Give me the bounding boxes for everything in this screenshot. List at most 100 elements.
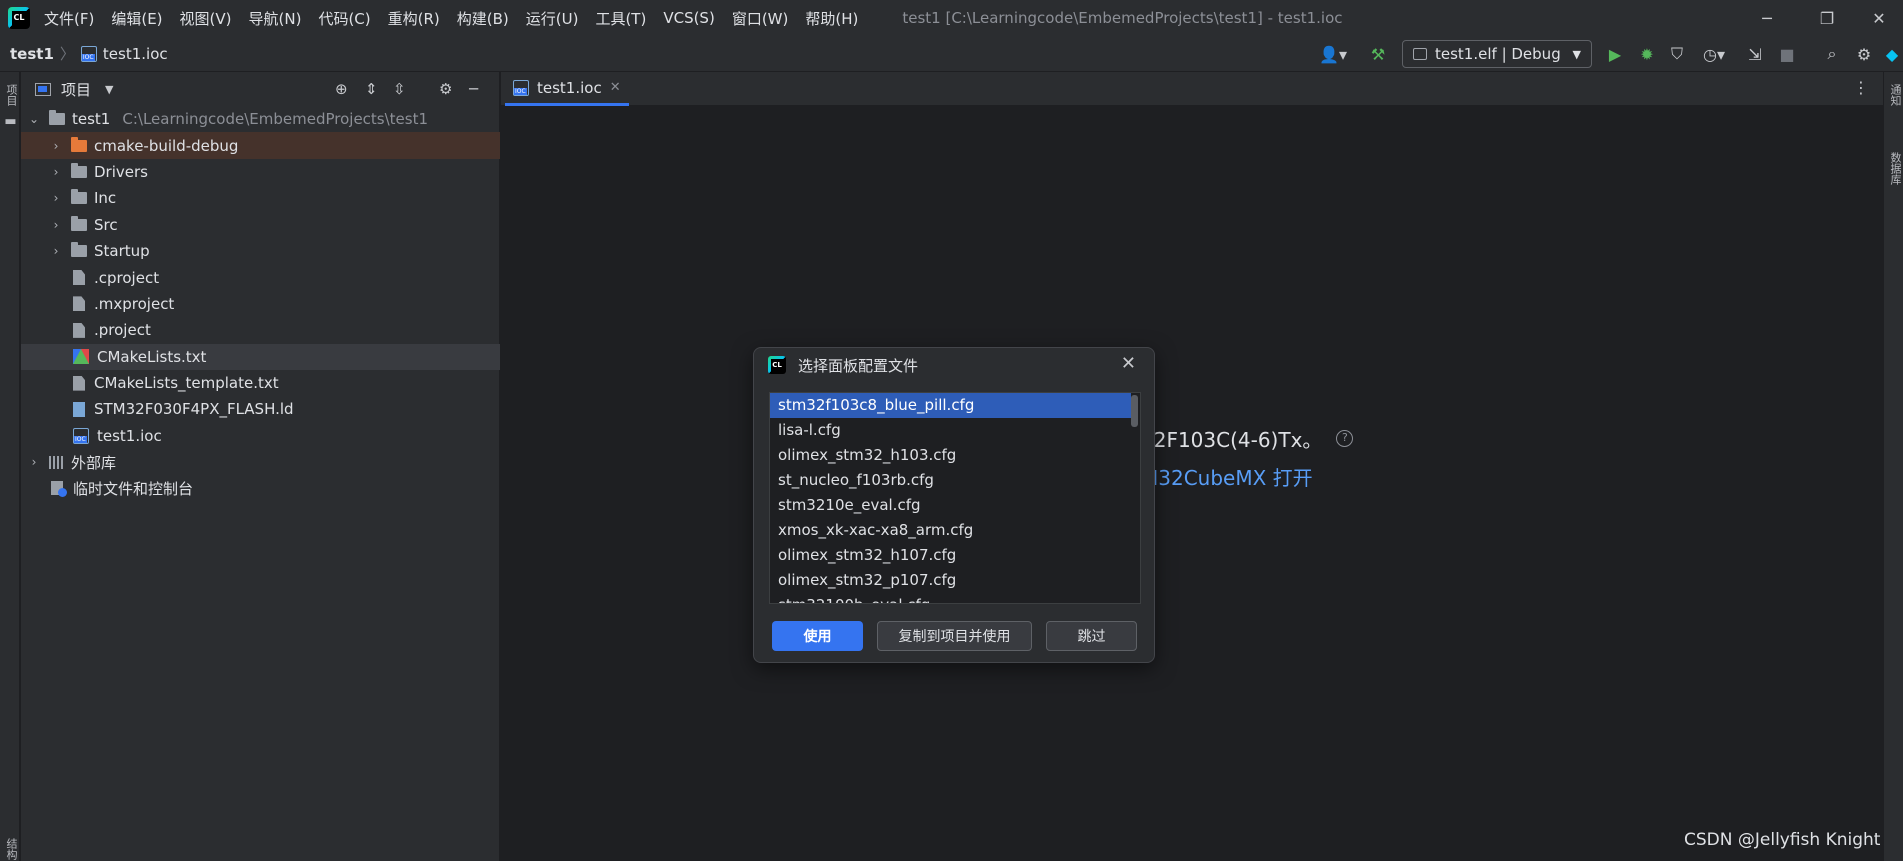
tree-item-label: CMakeLists_template.txt xyxy=(94,374,279,393)
search-icon[interactable]: ⌕ xyxy=(1820,42,1844,66)
tree-item-label: Startup xyxy=(94,242,150,261)
folder-icon[interactable]: ▬ xyxy=(3,114,18,129)
config-icon xyxy=(1413,48,1427,60)
menu-tools[interactable]: 工具(T) xyxy=(595,8,646,29)
restore-icon[interactable]: ❐ xyxy=(1797,0,1857,36)
close-icon[interactable]: ✕ xyxy=(1121,353,1136,374)
tree-item-cmakelists[interactable]: CMakeLists.txt xyxy=(21,343,500,370)
tree-root-name: test1 xyxy=(72,110,111,129)
menu-refactor[interactable]: 重构(R) xyxy=(388,8,440,29)
tree-item-linker-script[interactable]: STM32F030F4PX_FLASH.ld xyxy=(21,396,500,422)
tree-item-startup[interactable]: › Startup xyxy=(21,238,500,264)
menu-window[interactable]: 窗口(W) xyxy=(732,8,789,29)
use-button[interactable]: 使用 xyxy=(772,621,863,651)
run-configuration-select[interactable]: test1.elf | Debug ▼ xyxy=(1402,40,1592,68)
chevron-right-icon[interactable]: › xyxy=(49,139,63,153)
tree-item-label: test1.ioc xyxy=(97,426,162,445)
list-item[interactable]: st_nucleo_f103rb.cfg xyxy=(770,468,1131,493)
tab-label: test1.ioc xyxy=(537,78,602,97)
chevron-right-icon[interactable]: › xyxy=(49,218,63,232)
breadcrumb-separator-icon: 〉 xyxy=(59,45,75,63)
linker-script-icon xyxy=(73,401,85,417)
chevron-down-icon[interactable]: ▼ xyxy=(105,83,113,96)
minimize-icon[interactable]: ─ xyxy=(1737,0,1797,36)
locate-file-icon[interactable]: ⊕ xyxy=(335,80,348,98)
menu-view[interactable]: 视图(V) xyxy=(180,8,232,29)
list-item[interactable]: olimex_stm32_p107.cfg xyxy=(770,568,1131,593)
coverage-shield-icon[interactable]: ⛉ xyxy=(1666,42,1688,66)
menu-build[interactable]: 构建(B) xyxy=(457,8,509,29)
open-cubemx-link[interactable]: M32CubeMX 打开 xyxy=(1141,462,1313,491)
chevron-right-icon[interactable]: › xyxy=(49,165,63,179)
debug-bug-icon[interactable]: ✹ xyxy=(1636,42,1658,66)
list-item[interactable]: olimex_stm32_h103.cfg xyxy=(770,443,1131,468)
chevron-right-icon[interactable]: › xyxy=(49,244,63,258)
tree-item-cproject[interactable]: .cproject xyxy=(21,264,500,290)
hide-panel-icon[interactable]: ─ xyxy=(469,80,478,98)
tree-item-external-libraries[interactable]: › 外部库 xyxy=(21,449,500,475)
tree-item-src[interactable]: › Src xyxy=(21,212,500,238)
run-icon[interactable]: ▶ xyxy=(1604,42,1626,66)
board-info-label: 32F103C(4-6)Tx。 xyxy=(1141,428,1323,452)
tree-item-ioc[interactable]: test1.ioc xyxy=(21,423,500,449)
tree-item-mxproject[interactable]: .mxproject xyxy=(21,291,500,317)
list-item[interactable]: olimex_stm32_h107.cfg xyxy=(770,543,1131,568)
tree-item-scratches[interactable]: 临时文件和控制台 xyxy=(21,475,500,501)
skip-button[interactable]: 跳过 xyxy=(1046,621,1137,651)
tree-item-inc[interactable]: › Inc xyxy=(21,185,500,211)
collapse-all-icon[interactable]: ⇳ xyxy=(393,80,406,98)
tool-window-database-label[interactable]: 数据库 xyxy=(1887,152,1903,185)
breadcrumb-project[interactable]: test1 xyxy=(10,45,54,63)
list-item[interactable]: lisa-l.cfg xyxy=(770,418,1131,443)
editor-area: 32F103C(4-6)Tx。 ? M32CubeMX 打开 xyxy=(501,106,1883,861)
ai-assistant-icon[interactable]: ◆ xyxy=(1882,42,1902,66)
help-icon[interactable]: ? xyxy=(1336,430,1354,447)
board-config-list[interactable]: stm32f103c8_blue_pill.cfg lisa-l.cfg oli… xyxy=(769,392,1141,604)
menu-edit[interactable]: 编辑(E) xyxy=(111,8,162,29)
chevron-right-icon[interactable]: › xyxy=(27,455,41,469)
tree-item-cmakelists-template[interactable]: CMakeLists_template.txt xyxy=(21,370,500,396)
breadcrumb-file[interactable]: test1.ioc xyxy=(103,45,168,63)
stop-icon[interactable]: ■ xyxy=(1776,42,1798,66)
tool-window-notifications-label[interactable]: 通知 xyxy=(1887,84,1903,106)
gear-icon[interactable]: ⚙ xyxy=(439,80,452,98)
chevron-down-icon[interactable]: ⌄ xyxy=(27,112,41,126)
tree-item-project[interactable]: .project xyxy=(21,317,500,343)
list-item[interactable]: stm32100b_eval.cfg xyxy=(770,593,1131,603)
copy-to-project-button[interactable]: 复制到项目并使用 xyxy=(877,621,1032,651)
close-window-icon[interactable]: ✕ xyxy=(1855,0,1903,36)
chevron-right-icon[interactable]: › xyxy=(49,191,63,205)
menu-run[interactable]: 运行(U) xyxy=(526,8,579,29)
user-profile-icon[interactable]: 👤▾ xyxy=(1316,42,1350,66)
expand-all-icon[interactable]: ⇕ xyxy=(365,80,378,98)
project-panel-header: 项目 ▼ ⊕ ⇕ ⇳ ⚙ ─ xyxy=(21,72,499,106)
project-panel-title[interactable]: 项目 xyxy=(61,79,91,100)
list-scrollbar[interactable] xyxy=(1131,395,1138,427)
menu-vcs[interactable]: VCS(S) xyxy=(663,9,714,27)
folder-icon xyxy=(71,242,87,258)
attach-debugger-icon[interactable]: ⇲ xyxy=(1744,42,1766,66)
menu-help[interactable]: 帮助(H) xyxy=(805,8,858,29)
build-hammer-icon[interactable]: ⚒ xyxy=(1366,42,1390,66)
profiler-icon[interactable]: ◷▾ xyxy=(1696,42,1732,66)
settings-gear-icon[interactable]: ⚙ xyxy=(1852,42,1876,66)
list-item[interactable]: xmos_xk-xac-xa8_arm.cfg xyxy=(770,518,1131,543)
tool-window-structure-label[interactable]: 结构 xyxy=(3,838,19,860)
close-tab-icon[interactable]: ✕ xyxy=(610,80,621,95)
menu-file[interactable]: 文件(F) xyxy=(44,8,94,29)
tab-test1-ioc[interactable]: test1.ioc ✕ xyxy=(505,72,629,106)
list-item[interactable]: stm32f103c8_blue_pill.cfg xyxy=(770,393,1131,418)
tree-item-label: 临时文件和控制台 xyxy=(73,480,194,499)
tree-item-cmake-build-debug[interactable]: › cmake-build-debug xyxy=(21,132,500,159)
tool-window-project-label[interactable]: 项目 xyxy=(3,84,19,106)
tree-item-drivers[interactable]: › Drivers xyxy=(21,159,500,185)
tree-item-label: STM32F030F4PX_FLASH.ld xyxy=(94,400,294,419)
menu-navigate[interactable]: 导航(N) xyxy=(249,8,302,29)
more-options-icon[interactable]: ⋮ xyxy=(1853,78,1869,97)
list-item[interactable]: stm3210e_eval.cfg xyxy=(770,493,1131,518)
tree-item-root[interactable]: ⌄ test1 C:\Learningcode\EmbemedProjects\… xyxy=(21,106,500,132)
folder-icon xyxy=(71,189,87,205)
clion-logo-icon[interactable] xyxy=(8,7,30,29)
menu-code[interactable]: 代码(C) xyxy=(318,8,370,29)
excluded-folder-icon xyxy=(71,136,87,152)
